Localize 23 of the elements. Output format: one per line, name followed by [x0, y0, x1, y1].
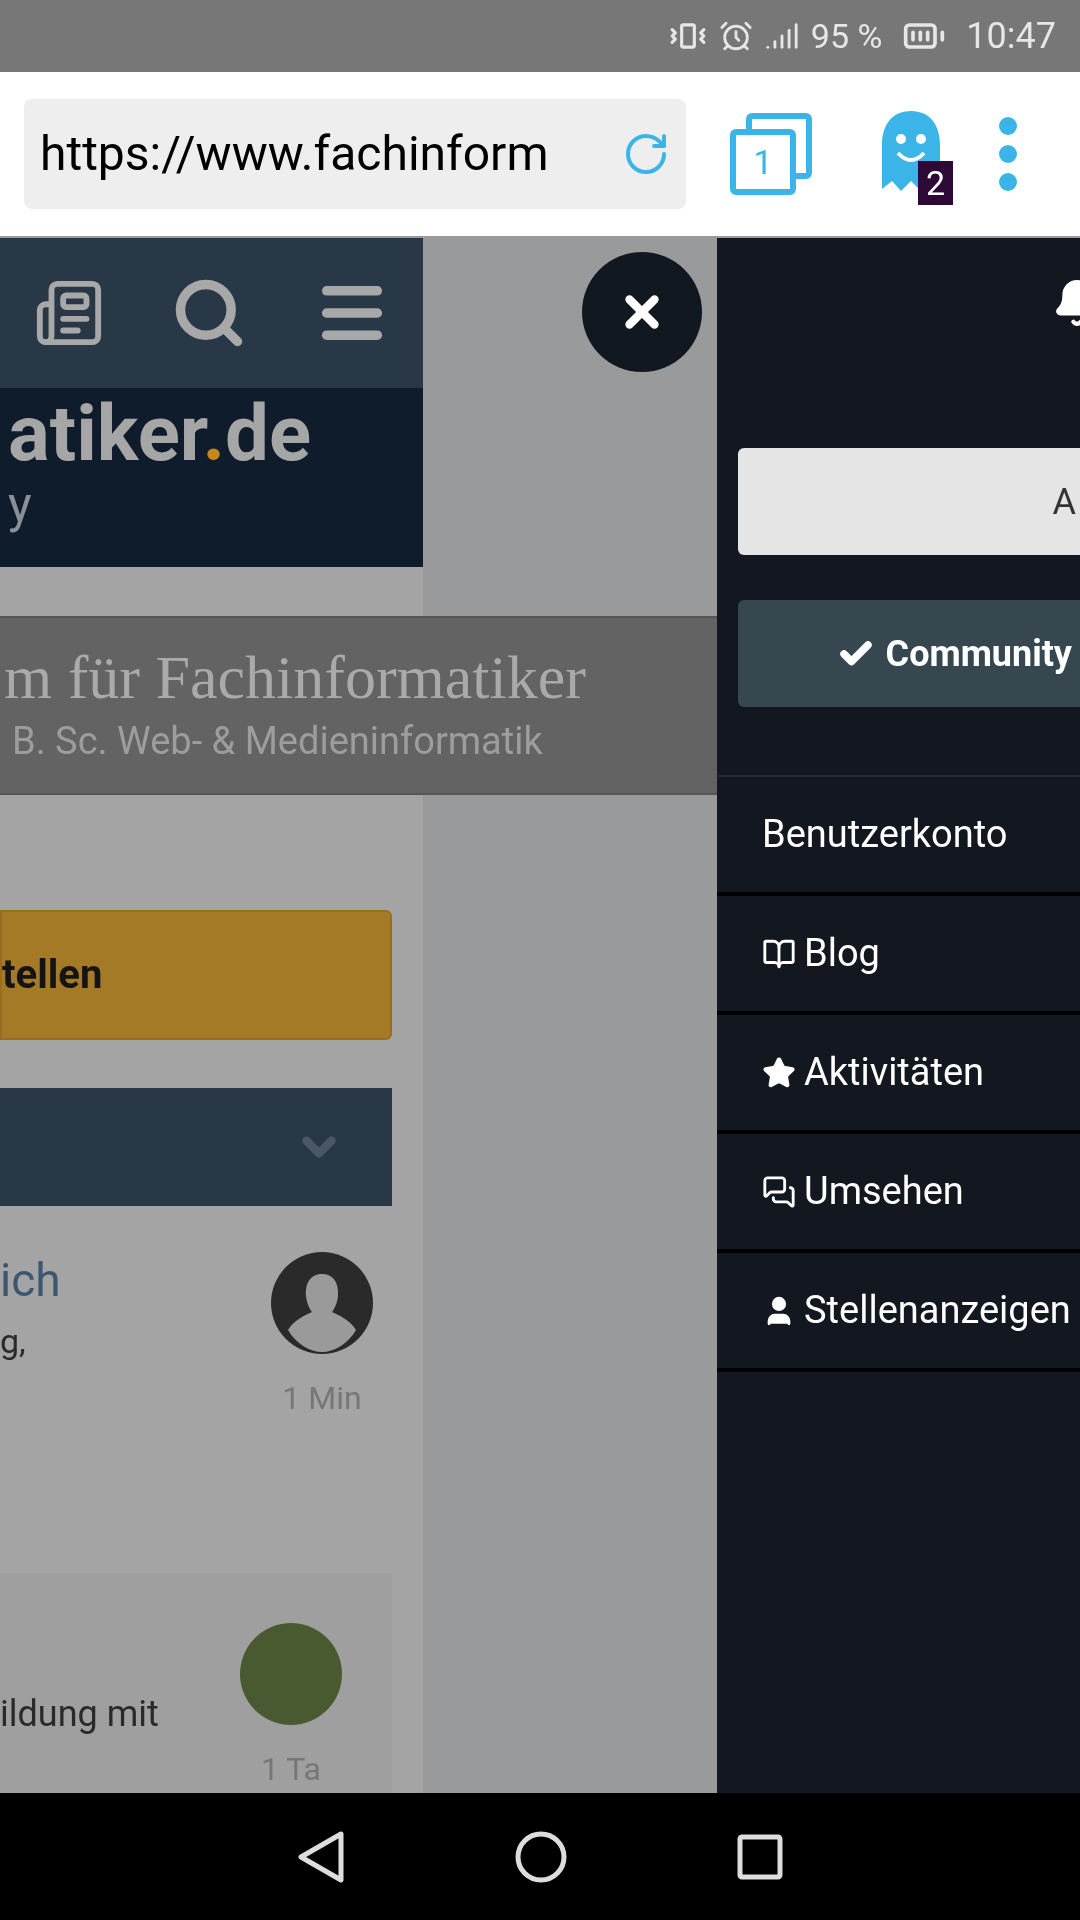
star-icon [762, 1055, 796, 1090]
drawer-button[interactable]: Community [738, 600, 1080, 707]
title-banner: m für Fachinformatiker B. Sc. Web- & Medieninformatik [0, 616, 717, 795]
recents-icon[interactable] [737, 1833, 783, 1880]
drawer-menu-item[interactable]: Umsehen [717, 1134, 1080, 1253]
drawer-button[interactable]: A [738, 448, 1080, 555]
clock: 10:47 [966, 14, 1056, 59]
post-excerpt: ildung mit [0, 1692, 159, 1737]
banner-subtitle: B. Sc. Web- & Medieninformatik [11, 718, 544, 766]
chat-icon [762, 1174, 796, 1209]
drawer-menu-item[interactable]: Blog [717, 896, 1080, 1015]
notification-badge: 2 [918, 161, 954, 205]
drawer-menu-item[interactable]: Aktivitäten [717, 1015, 1080, 1134]
alarm-icon [718, 19, 753, 53]
back-icon[interactable] [297, 1830, 345, 1883]
drawer-menu-item[interactable]: Benutzerkonto [717, 777, 1080, 896]
post-excerpt: g, [0, 1320, 27, 1363]
url-field[interactable]: https://www.fachinform [24, 99, 686, 209]
logo-banner: atiker.de y [0, 388, 423, 567]
drawer-menu-item[interactable]: Stellenanzeigen [717, 1253, 1080, 1372]
battery-percent: 95 % [810, 14, 883, 58]
create-button[interactable]: tellen [0, 910, 392, 1040]
home-icon[interactable] [515, 1830, 567, 1883]
